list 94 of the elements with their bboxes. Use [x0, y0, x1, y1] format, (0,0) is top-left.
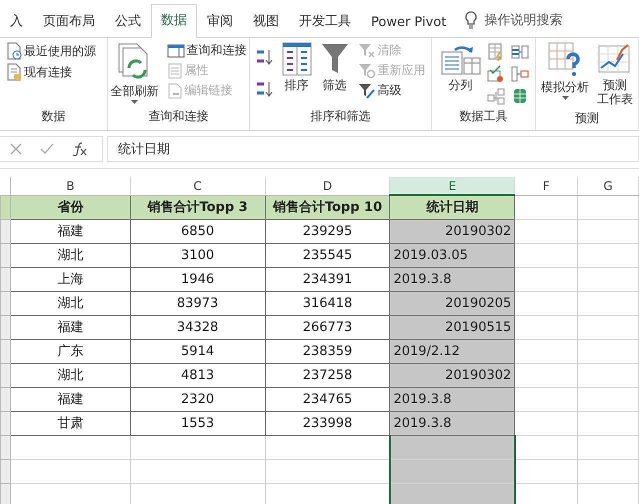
ribbon-tab[interactable]: 页面布局 [33, 5, 105, 38]
what-if-grid-icon [548, 42, 582, 78]
remove-duplicates-icon [510, 43, 528, 61]
flash-fill-icon [486, 43, 504, 61]
cancel-icon [10, 143, 22, 155]
lightbulb-icon [464, 11, 478, 29]
ribbon-group-label: 查询和连接 [148, 108, 210, 125]
column-header[interactable]: D [265, 177, 390, 195]
funnel-clear-icon [358, 42, 376, 58]
list-icon [166, 62, 182, 78]
table-cell: 湖北 [10, 243, 130, 267]
table-cell: 3100 [130, 243, 266, 267]
table-cell: 2019.3.8 [390, 411, 515, 435]
table-cell: 2320 [130, 387, 266, 411]
table-cell: 83973 [130, 291, 266, 315]
ribbon-tab[interactable]: 审阅 [197, 5, 243, 38]
caret-icon [562, 96, 568, 100]
table-cell: 238359 [265, 339, 390, 363]
sort-ascending-icon [256, 48, 274, 66]
funnel-pen-icon [358, 82, 376, 98]
table-cell: 233998 [265, 411, 390, 435]
table-icon [166, 44, 184, 58]
funnel-icon [320, 42, 350, 76]
ribbon-group-label: 数据工具 [458, 108, 508, 125]
header-cell: 统计日期 [390, 195, 515, 219]
table-cell: 20190302 [390, 363, 515, 387]
ribbon-group-label: 排序和筛选 [310, 108, 372, 125]
table-cell: 20190515 [390, 315, 515, 339]
ribbon-button[interactable]: 预测 工作表 [595, 41, 635, 108]
table-cell: 2019.3.8 [390, 387, 515, 411]
ribbon-button[interactable]: 模拟分析 [539, 41, 591, 102]
table-cell: 广东 [10, 339, 130, 363]
table-cell: 湖北 [10, 291, 130, 315]
ribbon-group-label: 预测 [574, 110, 600, 127]
relationships-icon [486, 87, 504, 105]
header-cell: 销售合计Topp 3 [130, 195, 266, 219]
ribbon-button[interactable]: 全部刷新 [108, 41, 160, 106]
insert-function-icon [72, 142, 88, 156]
table-cell: 1946 [130, 267, 266, 291]
table-cell: 5914 [130, 339, 266, 363]
caret-icon [131, 100, 138, 104]
formula-input-field[interactable]: 统计日期 [107, 136, 639, 162]
table-cell: 福建 [10, 387, 130, 411]
table-cell: 2019.03.05 [390, 243, 515, 267]
table-cell: 6850 [130, 219, 266, 243]
enter-check-icon [40, 143, 54, 155]
table-cell: 福建 [10, 315, 130, 339]
table-cell: 20190205 [390, 291, 515, 315]
table-cell: 2019.3.8 [390, 267, 515, 291]
ribbon-button[interactable]: 查询和连接 [164, 41, 248, 60]
data-validation-icon [486, 65, 504, 83]
ribbon-group-label: 数据 [40, 108, 66, 125]
table-cell: 316418 [265, 291, 390, 315]
table-cell: 20190302 [390, 219, 515, 243]
column-header[interactable]: G [578, 177, 638, 195]
ribbon-tab[interactable]: Power Pivot [361, 8, 456, 38]
ribbon-button[interactable]: 现有连接 [4, 62, 98, 82]
table-cell: 2019/2.12 [390, 339, 515, 363]
funnel-refresh-icon [358, 62, 376, 78]
sort-descending-icon [256, 80, 274, 98]
table-cell: 266773 [265, 315, 390, 339]
table-cell: 湖北 [10, 363, 130, 387]
column-header[interactable]: C [130, 177, 266, 195]
table-cell: 234391 [265, 267, 390, 291]
table-cell: 福建 [10, 219, 130, 243]
table-cell: 1553 [130, 411, 266, 435]
column-header[interactable]: B [10, 177, 130, 195]
ribbon-tab[interactable]: 公式 [105, 5, 151, 38]
sort-icon [282, 42, 312, 76]
table-cell: 235545 [265, 243, 390, 267]
table-cell: 234765 [265, 387, 390, 411]
ribbon-tab[interactable]: 数据 [151, 4, 197, 38]
ribbon-button[interactable]: 排序 [280, 41, 314, 94]
table-cell: 甘肃 [10, 411, 130, 435]
table-cell: 237258 [265, 363, 390, 387]
ribbon-button[interactable]: 高级 [356, 81, 428, 100]
ribbon-tab[interactable]: 视图 [243, 5, 289, 38]
ribbon-button[interactable]: 最近使用的源 [4, 41, 98, 61]
header-cell: 销售合计Topp 10 [265, 195, 390, 219]
ribbon-button[interactable]: 筛选 [318, 41, 352, 94]
ribbon-button[interactable]: 分列 [438, 41, 482, 94]
document-clock-icon [6, 42, 22, 60]
table-cell: 上海 [10, 267, 130, 291]
table-cell: 4813 [130, 363, 266, 387]
consolidate-icon [510, 65, 528, 83]
table-cell: 34328 [130, 315, 266, 339]
ribbon-tab[interactable]: 入 [0, 5, 33, 38]
column-header[interactable]: F [514, 177, 578, 195]
column-header[interactable]: E [390, 177, 515, 195]
document-database-icon [6, 63, 22, 81]
table-cell: 239295 [265, 219, 390, 243]
header-cell: 省份 [10, 195, 130, 219]
ribbon-tab[interactable]: 开发工具 [289, 5, 361, 38]
document-link-icon [166, 82, 182, 98]
